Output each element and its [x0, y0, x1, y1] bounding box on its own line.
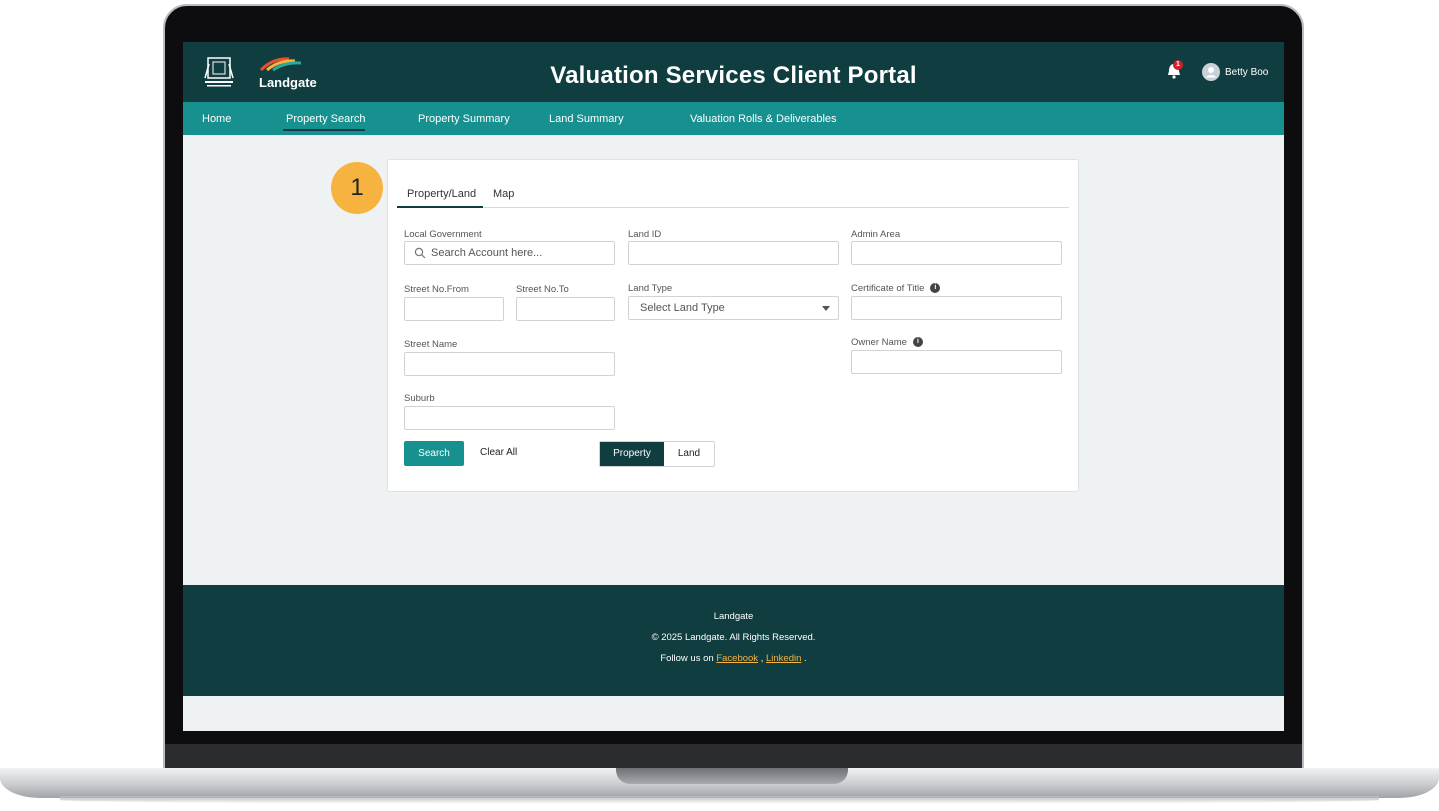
street-no-to-input[interactable]	[516, 297, 615, 321]
street-no-from-label: Street No.From	[404, 284, 469, 295]
avatar[interactable]	[1202, 63, 1220, 81]
nav-item-home[interactable]: Home	[202, 113, 231, 125]
laptop-shadow	[60, 796, 1379, 804]
notification-badge: 1	[1173, 60, 1183, 70]
step-badge: 1	[331, 162, 383, 214]
linkedin-link[interactable]: Linkedin	[766, 653, 801, 664]
user-icon	[1205, 67, 1217, 78]
tab-active-indicator	[397, 206, 483, 208]
footer-end: .	[804, 653, 807, 664]
facebook-link[interactable]: Facebook	[716, 653, 758, 664]
user-name[interactable]: Betty Boo	[1225, 67, 1268, 78]
owner-name-label: Owner Name i	[851, 337, 923, 348]
header: Landgate Valuation Services Client Porta…	[183, 42, 1284, 102]
nav-item-property-summary[interactable]: Property Summary	[418, 113, 510, 125]
screen-bottom	[183, 696, 1284, 731]
search-icon	[414, 247, 426, 259]
tab-property-land[interactable]: Property/Land	[407, 188, 476, 200]
suburb-label: Suburb	[404, 393, 435, 404]
footer-brand: Landgate	[713, 611, 754, 622]
footer-follow-text: Follow us on	[660, 653, 714, 664]
street-name-input[interactable]	[404, 352, 615, 376]
footer-separator: ,	[760, 653, 764, 664]
property-land-toggle: Property Land	[599, 441, 715, 467]
suburb-input[interactable]	[404, 406, 615, 430]
owner-name-input[interactable]	[851, 350, 1062, 374]
certificate-of-title-input[interactable]	[851, 296, 1062, 320]
chevron-down-icon	[822, 306, 830, 311]
page-title: Valuation Services Client Portal	[550, 62, 917, 89]
screen: Landgate Valuation Services Client Porta…	[183, 42, 1284, 731]
street-name-label: Street Name	[404, 339, 458, 350]
nav-item-property-search[interactable]: Property Search	[286, 113, 365, 125]
land-id-label: Land ID	[628, 229, 662, 240]
street-no-to-label: Street No.To	[516, 284, 569, 295]
laptop-notch	[616, 768, 848, 784]
tab-map[interactable]: Map	[493, 188, 514, 200]
footer-social: Follow us on Facebook , Linkedin .	[183, 653, 1284, 664]
land-id-input[interactable]	[628, 241, 839, 265]
admin-area-label: Admin Area	[851, 229, 901, 240]
land-type-select[interactable]: Select Land Type	[628, 296, 839, 320]
toggle-property[interactable]: Property	[600, 442, 664, 466]
tab-divider	[397, 207, 1069, 208]
local-government-input[interactable]: Search Account here...	[404, 241, 615, 265]
certificate-of-title-label: Certificate of Title i	[851, 283, 941, 294]
footer: Landgate © 2025 Landgate. All Rights Res…	[183, 585, 1284, 696]
land-type-value: Select Land Type	[640, 302, 725, 314]
nav-active-indicator	[283, 129, 365, 131]
nav-item-land-summary[interactable]: Land Summary	[549, 113, 624, 125]
land-type-label: Land Type	[628, 283, 673, 294]
laptop-hinge	[165, 744, 1302, 768]
toggle-land[interactable]: Land	[664, 442, 714, 466]
clear-all-button[interactable]: Clear All	[480, 447, 517, 458]
search-card	[387, 159, 1079, 492]
street-no-from-input[interactable]	[404, 297, 504, 321]
admin-area-input[interactable]	[851, 241, 1062, 265]
nav-item-valuation-rolls[interactable]: Valuation Rolls & Deliverables	[690, 113, 837, 125]
search-button[interactable]: Search	[404, 441, 464, 466]
local-government-placeholder: Search Account here...	[431, 247, 543, 259]
local-government-label: Local Government	[404, 229, 482, 240]
footer-copyright: © 2025 Landgate. All Rights Reserved.	[651, 632, 816, 643]
info-icon[interactable]: i	[930, 283, 941, 294]
info-icon[interactable]: i	[912, 337, 923, 348]
